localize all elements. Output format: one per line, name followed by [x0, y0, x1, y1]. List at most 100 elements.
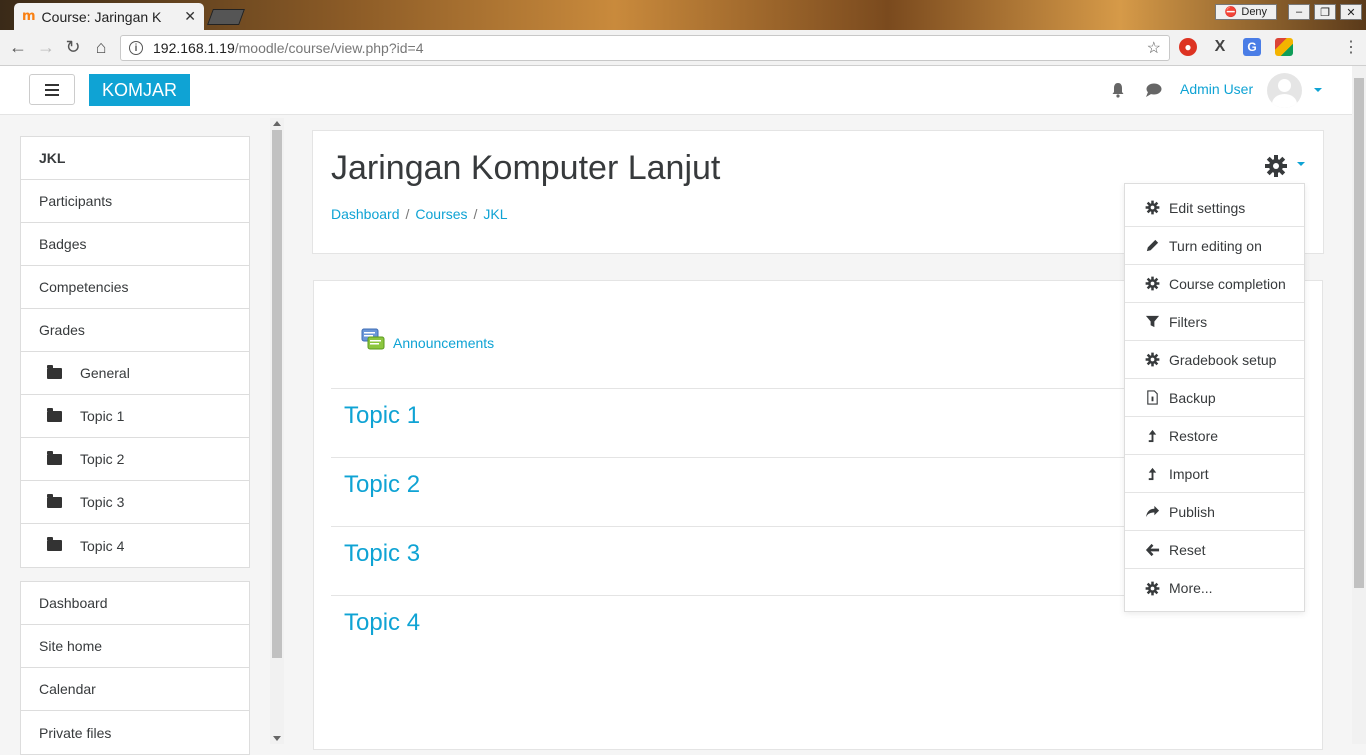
- menu-item-edit-settings[interactable]: Edit settings: [1125, 189, 1304, 227]
- folder-icon: [47, 493, 62, 508]
- bookmark-star-icon[interactable]: ☆: [1147, 38, 1161, 58]
- browser-tab[interactable]: m Course: Jaringan K ✕: [14, 3, 204, 30]
- drawer-item-topic-3[interactable]: Topic 3: [21, 481, 249, 524]
- menu-item-gradebook-setup[interactable]: Gradebook setup: [1125, 341, 1304, 379]
- menu-item-label: Course completion: [1169, 275, 1286, 292]
- menu-item-label: Import: [1169, 465, 1209, 482]
- minimize-button[interactable]: –: [1288, 4, 1310, 20]
- page-scrollbar[interactable]: [1352, 66, 1366, 744]
- menu-item-label: Publish: [1169, 503, 1215, 520]
- folder-icon: [47, 407, 62, 422]
- announcements-link[interactable]: Announcements: [393, 335, 494, 351]
- drawer-toggle-button[interactable]: [29, 74, 75, 105]
- browser-toolbar: ← → ↻ ⌂ i 192.168.1.19 /moodle/course/vi…: [0, 30, 1366, 66]
- section-title-link[interactable]: Topic 3: [344, 540, 420, 568]
- menu-item-label: Edit settings: [1169, 199, 1246, 216]
- drawer-item-topic-1[interactable]: Topic 1: [21, 395, 249, 438]
- breadcrumb-course[interactable]: JKL: [483, 206, 507, 222]
- reload-icon[interactable]: ↻: [62, 37, 84, 58]
- browser-tab-bar: m Course: Jaringan K ✕ ⛔ Deny – ❐ ✕: [0, 0, 1366, 30]
- address-bar[interactable]: i 192.168.1.19 /moodle/course/view.php?i…: [120, 35, 1170, 61]
- extension-shield-icon[interactable]: ●: [1179, 38, 1197, 56]
- extension-x-icon[interactable]: X: [1211, 38, 1229, 56]
- drawer-item-participants[interactable]: Participants: [21, 180, 249, 223]
- arrow-left-icon: [1145, 542, 1160, 557]
- drawer-item-grades[interactable]: Grades: [21, 309, 249, 352]
- menu-item-filters[interactable]: Filters: [1125, 303, 1304, 341]
- course-actions-gear-icon[interactable]: [1264, 154, 1288, 178]
- back-arrow-icon[interactable]: ←: [7, 37, 29, 58]
- new-tab-button[interactable]: [207, 9, 245, 25]
- menu-item-label: Restore: [1169, 427, 1219, 444]
- site-brand-link[interactable]: KOMJAR: [89, 74, 190, 106]
- menu-item-restore[interactable]: Restore: [1125, 417, 1304, 455]
- window-close-button[interactable]: ✕: [1340, 4, 1362, 20]
- section-title-link[interactable]: Topic 2: [344, 471, 420, 499]
- user-menu-caret-icon[interactable]: [1314, 88, 1322, 92]
- site-info-icon[interactable]: i: [129, 41, 143, 55]
- folder-icon: [47, 450, 62, 465]
- drawer-item-dashboard[interactable]: Dashboard: [21, 582, 249, 625]
- course-section: Topic 2: [331, 457, 1131, 526]
- drawer-item-calendar[interactable]: Calendar: [21, 668, 249, 711]
- drawer-item-label: Participants: [39, 193, 113, 209]
- notification-bell-icon[interactable]: [1110, 82, 1126, 98]
- site-header: KOMJAR Admin User: [0, 66, 1352, 115]
- menu-item-course-completion[interactable]: Course completion: [1125, 265, 1304, 303]
- menu-item-backup[interactable]: Backup: [1125, 379, 1304, 417]
- section-title-link[interactable]: Topic 4: [344, 609, 420, 637]
- scroll-up-arrow-icon[interactable]: [273, 121, 281, 126]
- drawer-item-label: JKL: [39, 150, 66, 166]
- menu-item-label: Backup: [1169, 389, 1216, 406]
- url-path: /moodle/course/view.php?id=4: [234, 40, 424, 56]
- drawer-item-site-home[interactable]: Site home: [21, 625, 249, 668]
- upload-icon: [1145, 428, 1160, 443]
- deny-button[interactable]: ⛔ Deny: [1215, 4, 1277, 20]
- page-title: Jaringan Komputer Lanjut: [331, 149, 721, 187]
- menu-item-publish[interactable]: Publish: [1125, 493, 1304, 531]
- gear-icon: [1145, 276, 1160, 291]
- upload-icon: [1145, 466, 1160, 481]
- breadcrumb-courses[interactable]: Courses: [415, 206, 467, 222]
- home-icon[interactable]: ⌂: [90, 37, 112, 58]
- browser-menu-icon[interactable]: ⋮: [1340, 37, 1362, 57]
- deny-icon: ⛔: [1224, 6, 1238, 18]
- course-section: Topic 1: [331, 388, 1131, 457]
- menu-item-label: Turn editing on: [1169, 237, 1262, 254]
- drawer-item-competencies[interactable]: Competencies: [21, 266, 249, 309]
- drawer-item-badges[interactable]: Badges: [21, 223, 249, 266]
- site-nav-block: Dashboard Site home Calendar Private files: [20, 581, 250, 755]
- course-actions-caret-icon[interactable]: [1297, 162, 1305, 166]
- breadcrumb-dashboard[interactable]: Dashboard: [331, 206, 400, 222]
- drawer-item-topic-2[interactable]: Topic 2: [21, 438, 249, 481]
- menu-item-reset[interactable]: Reset: [1125, 531, 1304, 569]
- menu-item-turn-editing-on[interactable]: Turn editing on: [1125, 227, 1304, 265]
- menu-item-label: Filters: [1169, 313, 1208, 330]
- drawer-item-topic-4[interactable]: Topic 4: [21, 524, 249, 567]
- drawer-item-label: Topic 2: [80, 451, 125, 467]
- user-name-link[interactable]: Admin User: [1180, 81, 1253, 97]
- drawer-item-label: Topic 1: [80, 408, 125, 424]
- announcements-activity[interactable]: Announcements: [361, 328, 494, 352]
- menu-item-more[interactable]: More...: [1125, 569, 1304, 607]
- forum-icon: [361, 328, 385, 350]
- course-section: Topic 4: [331, 595, 1131, 664]
- gear-icon: [1145, 352, 1160, 367]
- tab-close-icon[interactable]: ✕: [184, 8, 196, 25]
- drawer-item-label: Badges: [39, 236, 87, 252]
- course-nav-block: JKL Participants Badges Competencies Grades G…: [20, 136, 250, 568]
- menu-item-import[interactable]: Import: [1125, 455, 1304, 493]
- download-extension-icon[interactable]: [1275, 38, 1293, 56]
- drawer-scrollbar[interactable]: [270, 118, 284, 744]
- user-avatar[interactable]: [1267, 73, 1302, 108]
- drawer-item-jkl[interactable]: JKL: [21, 137, 249, 180]
- restore-button[interactable]: ❐: [1314, 4, 1336, 20]
- forward-arrow-icon[interactable]: →: [35, 37, 57, 58]
- scroll-down-arrow-icon[interactable]: [273, 736, 281, 741]
- drawer-item-private-files[interactable]: Private files: [21, 711, 249, 754]
- course-section: Topic 3: [331, 526, 1131, 595]
- translate-extension-icon[interactable]: G: [1243, 38, 1261, 56]
- messages-icon[interactable]: [1145, 82, 1162, 98]
- drawer-item-general[interactable]: General: [21, 352, 249, 395]
- section-title-link[interactable]: Topic 1: [344, 402, 420, 430]
